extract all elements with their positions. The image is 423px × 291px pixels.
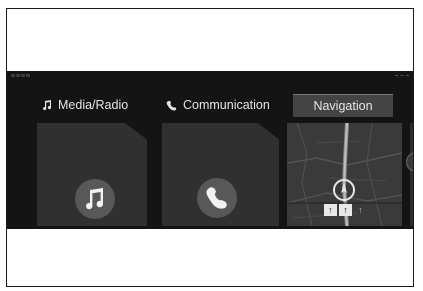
next-tile-edge [410,123,413,226]
lane-arrow: ↑ [358,205,363,215]
tab-navigation-label: Navigation [313,99,373,113]
music-note-icon [86,188,104,210]
phone-icon [166,100,177,111]
lane-guidance: ↑ ↑ ↑ [324,204,367,216]
tab-communication[interactable]: Communication [166,94,270,116]
navigation-tile[interactable]: ↑ ↑ ↑ [287,123,402,226]
media-tile-icon-circle [75,179,115,219]
communication-tile[interactable] [162,123,279,226]
lane-arrow: ↑ [339,204,352,216]
tab-navigation[interactable]: Navigation [293,94,393,117]
tab-media-radio[interactable]: Media/Radio [42,94,128,116]
music-note-icon [42,99,52,111]
communication-tile-icon-circle [197,178,237,218]
status-indicator-right [395,75,409,78]
chevron-right-icon[interactable]: › [406,152,413,172]
infotainment-screen: Media/Radio Communication Navigation ↑ ↑… [7,71,413,229]
phone-icon [206,187,227,209]
lane-arrow: ↑ [324,204,337,216]
tab-media-radio-label: Media/Radio [58,98,129,112]
tab-communication-label: Communication [183,98,270,112]
status-indicator [11,74,30,77]
media-tile[interactable] [37,123,147,226]
